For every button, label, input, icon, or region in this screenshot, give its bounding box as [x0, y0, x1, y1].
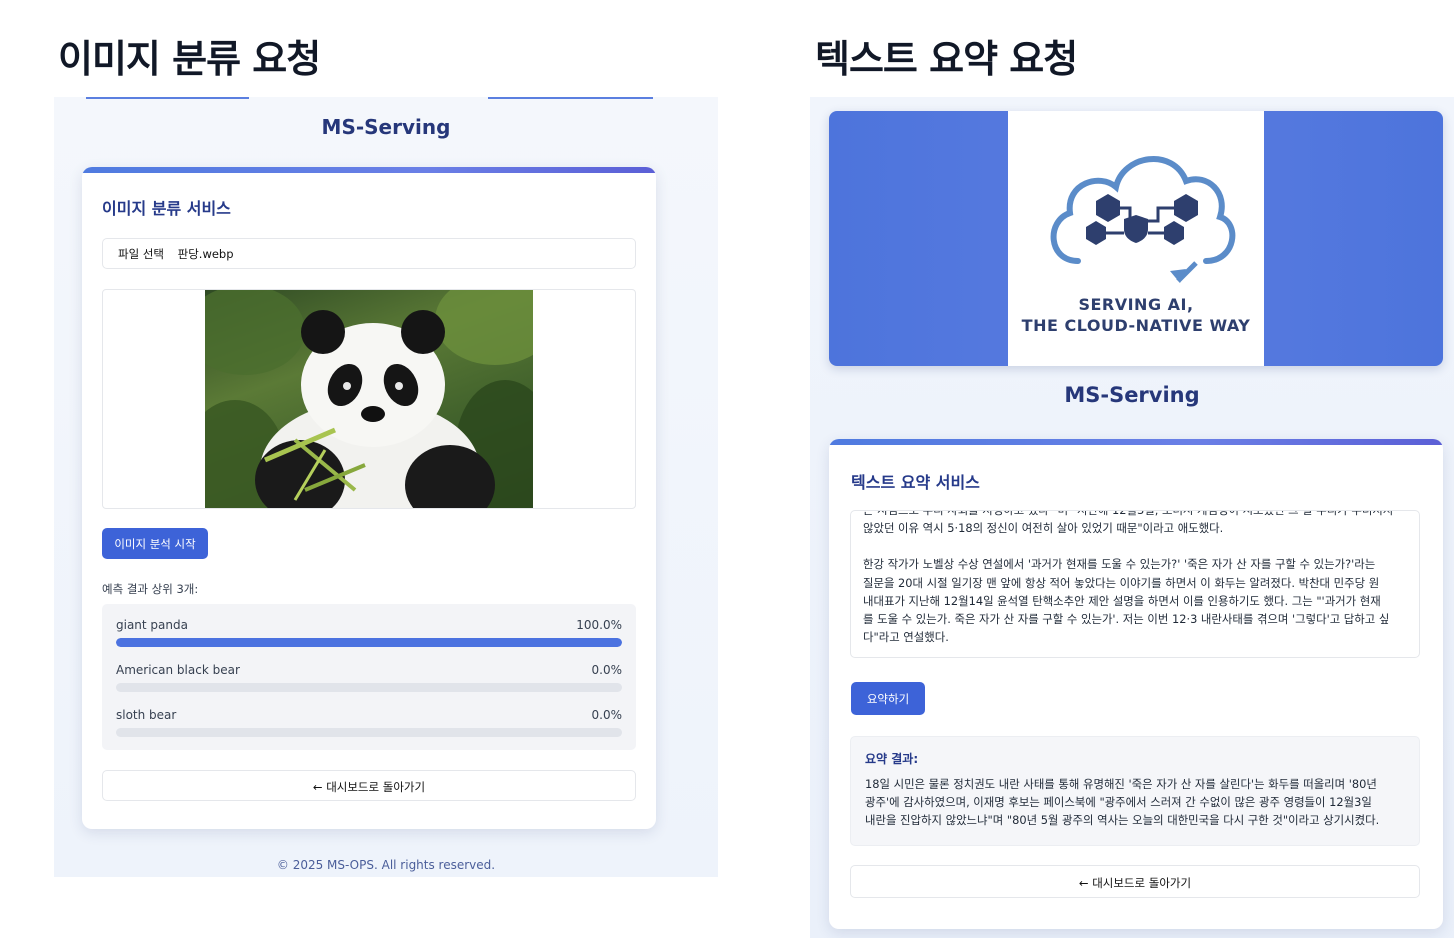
hero-logo-panel: SERVING AI, THE CLOUD-NATIVE WAY	[1008, 111, 1264, 366]
prediction-bar-fill	[116, 638, 622, 647]
brand-title: MS-Serving	[1064, 383, 1200, 407]
card-title: 이미지 분류 서비스	[102, 199, 231, 218]
image-classification-screenshot: MS-Serving 이미지 분류 서비스 파일 선택 판당.webp 이미지 …	[54, 97, 718, 877]
card-accent-bar	[82, 167, 656, 173]
file-input[interactable]: 파일 선택 판당.webp	[102, 238, 636, 269]
input-text-line: 한강 작가가 노벨상 수상 연설에서 '과거가 현재를 도울 수 있는가?' '…	[863, 557, 1376, 572]
summary-line: 내란을 진압하지 않았느냐"며 "80년 5월 광주의 역사는 오늘의 대한민국…	[865, 813, 1380, 828]
panda-illustration	[205, 290, 533, 508]
input-text-line: 는 시점으로 우리 사회를 지탱하고 있다" 며 "지난해 12월3일, 모더시…	[863, 510, 1394, 517]
summarize-button[interactable]: 요약하기	[851, 682, 925, 715]
back-to-dashboard-button[interactable]: ← 대시보드로 돌아가기	[850, 865, 1420, 898]
prediction-name: sloth bear	[116, 708, 177, 722]
summary-result: 요약 결과: 18일 시민은 물론 정치권도 내란 사태를 통해 유명해진 '죽…	[850, 736, 1420, 846]
summary-label: 요약 결과:	[865, 752, 919, 766]
summary-text: 18일 시민은 물론 정치권도 내란 사태를 통해 유명해진 '죽은 자가 산 …	[865, 775, 1405, 830]
input-text-line: 질문을 20대 시절 일기장 맨 앞에 항상 적어 놓았다는 이야기를 하면서 …	[863, 575, 1380, 590]
choose-file-button[interactable]: 파일 선택	[118, 247, 164, 261]
card-title: 텍스트 요약 서비스	[851, 473, 980, 492]
hero-tagline-line1: SERVING AI,	[1078, 295, 1194, 314]
prediction-score: 0.0%	[591, 663, 623, 677]
predictions-list: giant panda 100.0% American black bear 0…	[102, 604, 636, 750]
input-text-line: 내대표가 지난해 12월14일 윤석열 탄핵소추안 제안 설명을 하면서 이를 …	[863, 593, 1381, 608]
prediction-bar	[116, 638, 622, 647]
prediction-score: 100.0%	[576, 618, 622, 632]
input-text-line: 다"라고 연설했다.	[863, 630, 949, 645]
prediction-row: American black bear 0.0%	[116, 663, 622, 703]
left-section-heading: 이미지 분류 요청	[58, 37, 321, 81]
panda-image	[205, 290, 533, 508]
prediction-name: giant panda	[116, 618, 188, 632]
card-accent-bar	[829, 439, 1443, 445]
footer-copyright: © 2025 MS-OPS. All rights reserved.	[276, 858, 496, 872]
text-service-card: 텍스트 요약 서비스 는 시점으로 우리 사회를 지탱하고 있다" 며 "지난해…	[829, 439, 1443, 929]
back-to-dashboard-button[interactable]: ← 대시보드로 돌아가기	[102, 770, 636, 801]
analyze-image-button[interactable]: 이미지 분석 시작	[102, 528, 208, 559]
brand-title: MS-Serving	[321, 115, 451, 139]
top-strip-left	[86, 97, 249, 99]
text-summary-screenshot: SERVING AI, THE CLOUD-NATIVE WAY MS-Serv…	[810, 97, 1454, 938]
hero-banner: SERVING AI, THE CLOUD-NATIVE WAY	[829, 111, 1443, 366]
prediction-row: giant panda 100.0%	[116, 618, 622, 658]
top-strip-right	[488, 97, 653, 99]
image-service-card: 이미지 분류 서비스 파일 선택 판당.webp 이미지 분석 시작 예측 결과…	[82, 167, 656, 829]
input-text-line: 를 도울 수 있는가. 죽은 자가 산 자를 구할 수 있는가'. 저는 이번 …	[863, 612, 1390, 627]
prediction-bar	[116, 728, 622, 737]
text-input-area[interactable]: 는 시점으로 우리 사회를 지탱하고 있다" 며 "지난해 12월3일, 모더시…	[850, 510, 1420, 658]
prediction-name: American black bear	[116, 663, 240, 677]
predictions-label: 예측 결과 상위 3개:	[102, 582, 199, 596]
right-section-heading: 텍스트 요약 요청	[815, 37, 1078, 81]
hero-tagline-line2: THE CLOUD-NATIVE WAY	[1021, 316, 1251, 335]
summary-line: 광주'에 감사하였으며, 이재명 후보는 페이스북에 "광주에서 스러져 간 수…	[865, 795, 1372, 810]
prediction-row: sloth bear 0.0%	[116, 708, 622, 748]
prediction-bar	[116, 683, 622, 692]
prediction-score: 0.0%	[591, 708, 623, 722]
input-text-line: 않았던 이유 역시 5·18의 정신이 여전히 살아 있었기 때문"이라고 애도…	[863, 521, 1224, 536]
selected-file-name: 판당.webp	[177, 247, 234, 261]
image-preview	[102, 289, 636, 509]
cloud-network-icon	[1050, 155, 1236, 283]
summary-line: 18일 시민은 물론 정치권도 내란 사태를 통해 유명해진 '죽은 자가 산 …	[865, 777, 1377, 791]
